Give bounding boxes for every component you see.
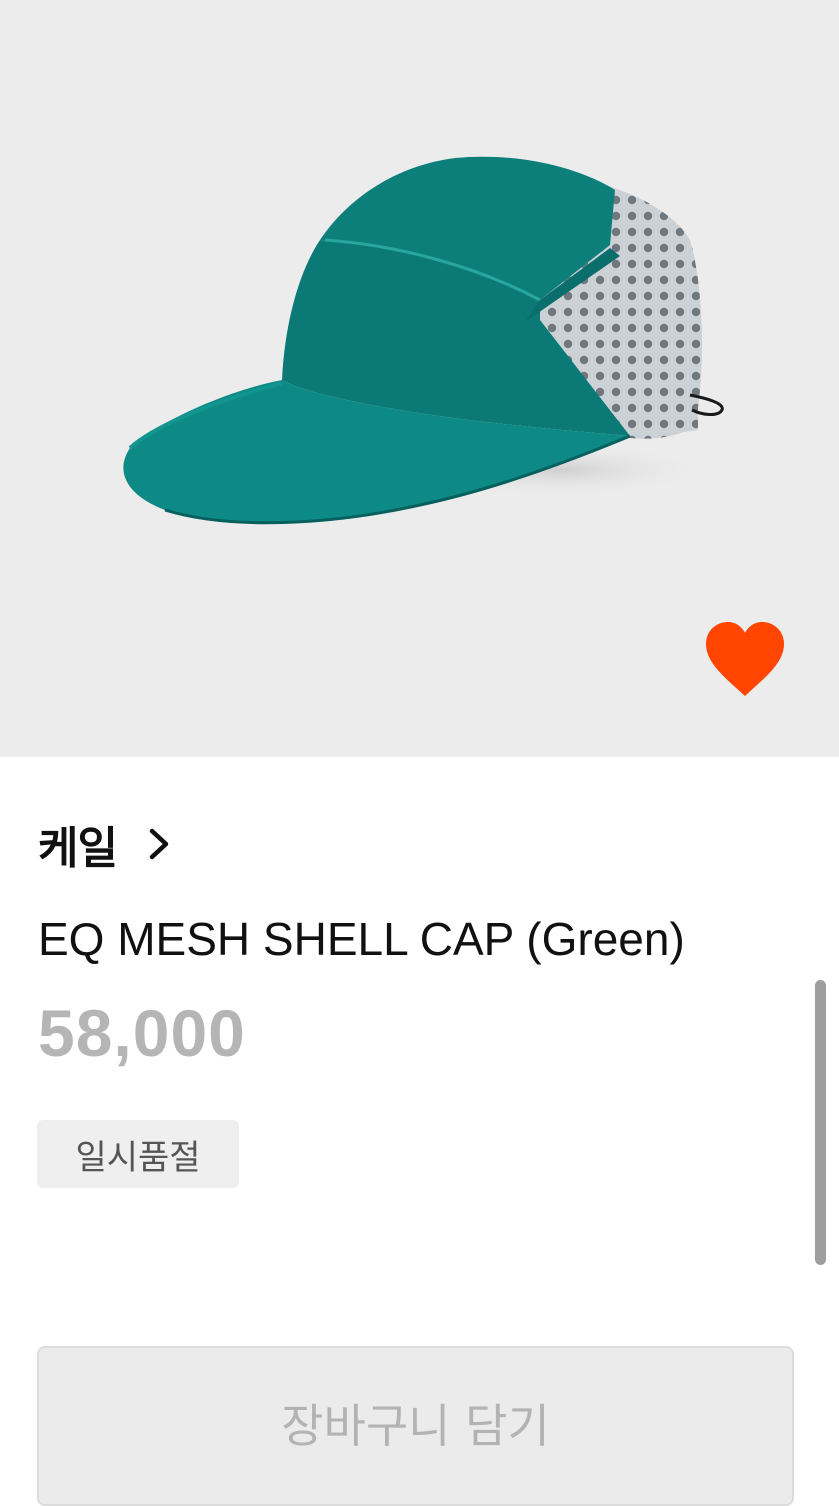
heart-icon [706, 622, 784, 696]
add-to-cart-button[interactable]: 장바구니 담기 [37, 1346, 794, 1506]
product-title: EQ MESH SHELL CAP (Green) [38, 913, 685, 965]
product-image [0, 0, 839, 757]
product-price: 58,000 [38, 996, 246, 1070]
brand-link[interactable]: 케일 [38, 812, 173, 876]
sold-out-badge: 일시품절 [37, 1120, 239, 1188]
wishlist-button[interactable] [700, 618, 790, 702]
chevron-right-icon [149, 828, 169, 860]
scrollbar-thumb[interactable] [815, 980, 826, 1265]
brand-name: 케일 [38, 823, 118, 874]
